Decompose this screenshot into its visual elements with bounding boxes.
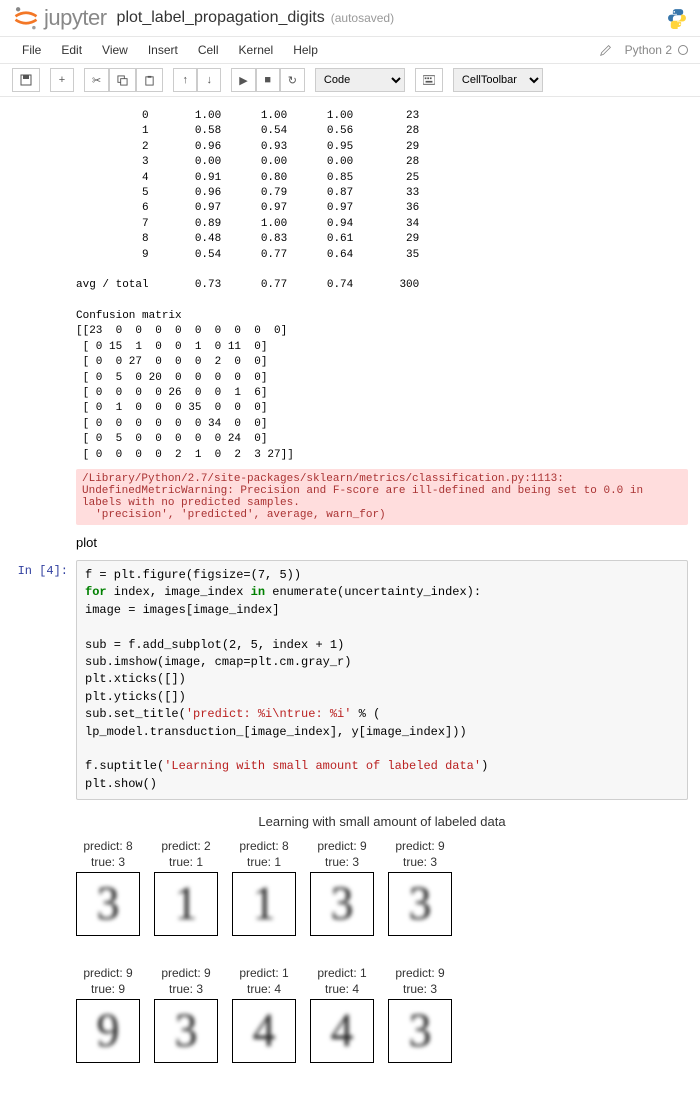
floppy-icon xyxy=(20,74,32,86)
kernel-name: Python 2 xyxy=(625,43,672,57)
logo-text: jupyter xyxy=(44,5,107,31)
plot-repr: plot xyxy=(76,529,688,556)
digit-image: 1 xyxy=(232,872,296,936)
digit-glyph: 3 xyxy=(409,1007,432,1055)
subplot-row-1: predict: 8true: 33predict: 2true: 11pred… xyxy=(76,839,688,936)
subplot: predict: 8true: 1 1 xyxy=(232,839,296,936)
subplot-title: predict: 1true: 4 xyxy=(310,966,374,997)
menu-view[interactable]: View xyxy=(92,39,138,61)
notebook-area: 0 1.00 1.00 1.00 23 1 0.58 0.54 0.56 28 … xyxy=(0,97,700,1113)
digit-image: 3 xyxy=(76,872,140,936)
subplot: predict: 9true: 3 3 xyxy=(388,966,452,1063)
jupyter-icon xyxy=(12,4,40,32)
subplot: predict: 9true: 3 3 xyxy=(310,839,374,936)
digit-glyph: 3 xyxy=(175,1007,198,1055)
stop-button[interactable]: ■ xyxy=(256,68,280,92)
figure-output-cell: Learning with small amount of labeled da… xyxy=(0,802,700,1105)
digit-glyph: 3 xyxy=(331,880,354,928)
subplot: predict: 1true: 4 4 xyxy=(310,966,374,1063)
digit-glyph: 3 xyxy=(97,880,120,928)
digit-glyph: 4 xyxy=(253,1007,276,1055)
menu-insert[interactable]: Insert xyxy=(138,39,188,61)
digit-image: 4 xyxy=(232,999,296,1063)
subplot: predict: 1true: 4 4 xyxy=(232,966,296,1063)
subplot: predict: 9true: 9 9 xyxy=(76,966,140,1063)
copy-icon xyxy=(117,75,128,86)
code-cell[interactable]: In [4]: f = plt.figure(figsize=(7, 5)) f… xyxy=(0,558,700,802)
move-down-button[interactable]: ↓ xyxy=(197,68,221,92)
digit-image: 3 xyxy=(154,999,218,1063)
digit-image: 9 xyxy=(76,999,140,1063)
matplotlib-figure: Learning with small amount of labeled da… xyxy=(76,804,688,1103)
subplot-title: predict: 9true: 9 xyxy=(76,966,140,997)
code-editor[interactable]: f = plt.figure(figsize=(7, 5)) for index… xyxy=(76,560,688,800)
subplot: predict: 9true: 3 3 xyxy=(388,839,452,936)
digit-glyph: 3 xyxy=(409,880,432,928)
header: jupyter plot_label_propagation_digits (a… xyxy=(0,0,700,37)
python-icon xyxy=(666,7,688,29)
warning-output: /Library/Python/2.7/site-packages/sklear… xyxy=(76,469,688,525)
add-cell-button[interactable]: + xyxy=(50,68,74,92)
logo[interactable]: jupyter xyxy=(12,4,107,32)
paste-button[interactable] xyxy=(136,68,163,92)
run-button[interactable]: ▶ xyxy=(231,68,255,92)
subplot-title: predict: 8true: 1 xyxy=(232,839,296,870)
subplot-title: predict: 9true: 3 xyxy=(154,966,218,997)
cut-button[interactable]: ✂ xyxy=(84,68,109,92)
toolbar: + ✂ ↑ ↓ ▶ ■ ↻ Code CellToolbar xyxy=(0,64,700,97)
menu-edit[interactable]: Edit xyxy=(51,39,92,61)
subplot-title: predict: 9true: 3 xyxy=(388,966,452,997)
digit-image: 3 xyxy=(388,999,452,1063)
subplot-row-2: predict: 9true: 99predict: 9true: 33pred… xyxy=(76,966,688,1063)
keyboard-icon xyxy=(423,75,435,85)
autosave-status: (autosaved) xyxy=(331,11,394,25)
kernel-status-icon xyxy=(678,45,688,55)
menu-kernel[interactable]: Kernel xyxy=(229,39,284,61)
subplot: predict: 8true: 3 3 xyxy=(76,839,140,936)
menu-cell[interactable]: Cell xyxy=(188,39,229,61)
subplot: predict: 9true: 3 3 xyxy=(154,966,218,1063)
digit-glyph: 1 xyxy=(253,880,276,928)
save-button[interactable] xyxy=(12,68,40,92)
subplot-title: predict: 1true: 4 xyxy=(232,966,296,997)
cell-type-select[interactable]: Code xyxy=(315,68,405,92)
notebook-title[interactable]: plot_label_propagation_digits xyxy=(117,9,325,27)
subplot-title: predict: 2true: 1 xyxy=(154,839,218,870)
paste-icon xyxy=(144,75,155,86)
menubar: File Edit View Insert Cell Kernel Help P… xyxy=(0,37,700,64)
digit-glyph: 9 xyxy=(97,1007,120,1055)
subplot-title: predict: 8true: 3 xyxy=(76,839,140,870)
output-cell: 0 1.00 1.00 1.00 23 1 0.58 0.54 0.56 28 … xyxy=(0,105,700,558)
digit-image: 3 xyxy=(310,872,374,936)
digit-image: 4 xyxy=(310,999,374,1063)
subplot: predict: 2true: 1 1 xyxy=(154,839,218,936)
cell-toolbar-select[interactable]: CellToolbar xyxy=(453,68,543,92)
command-palette-button[interactable] xyxy=(415,68,443,92)
kernel-indicator: Python 2 xyxy=(599,43,688,57)
digit-image: 3 xyxy=(388,872,452,936)
digit-glyph: 1 xyxy=(175,880,198,928)
subplot-title: predict: 9true: 3 xyxy=(310,839,374,870)
menu-help[interactable]: Help xyxy=(283,39,328,61)
subplot-title: predict: 9true: 3 xyxy=(388,839,452,870)
digit-image: 1 xyxy=(154,872,218,936)
move-up-button[interactable]: ↑ xyxy=(173,68,197,92)
digit-glyph: 4 xyxy=(331,1007,354,1055)
figure-prompt xyxy=(12,804,76,1103)
restart-button[interactable]: ↻ xyxy=(280,68,305,92)
output-prompt xyxy=(12,107,76,556)
pencil-icon[interactable] xyxy=(599,43,613,57)
copy-button[interactable] xyxy=(109,68,136,92)
figure-suptitle: Learning with small amount of labeled da… xyxy=(76,814,688,829)
classification-report: 0 1.00 1.00 1.00 23 1 0.58 0.54 0.56 28 … xyxy=(76,107,688,465)
input-prompt: In [4]: xyxy=(12,560,76,800)
menu-file[interactable]: File xyxy=(12,39,51,61)
